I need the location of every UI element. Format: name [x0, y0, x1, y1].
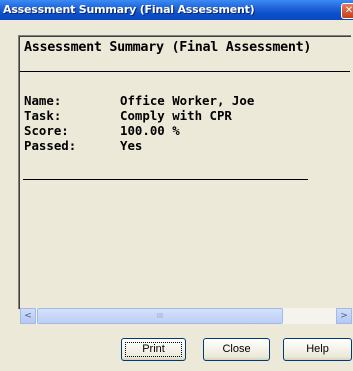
help-button[interactable]: Help: [283, 338, 352, 361]
close-icon[interactable]: ✕: [341, 3, 353, 19]
field-label: Score:: [24, 123, 69, 138]
divider-top: [20, 71, 350, 72]
scrollbar-thumb[interactable]: III: [37, 308, 283, 324]
print-button[interactable]: Print: [121, 338, 186, 361]
field-label: Passed:: [24, 138, 77, 153]
report-panel: [18, 35, 351, 309]
field-label: Task:: [24, 108, 62, 123]
field-value: Office Worker, Joe: [120, 93, 255, 108]
chevron-left-icon[interactable]: <: [20, 308, 36, 324]
chevron-right-icon[interactable]: >: [336, 308, 352, 324]
field-value: Yes: [120, 138, 143, 153]
focus-rect: [125, 342, 182, 357]
field-value: Comply with CPR: [120, 108, 232, 123]
title-bar[interactable]: Assessment Summary (Final Assessment) ✕: [0, 0, 353, 20]
horizontal-scrollbar[interactable]: < III >: [20, 308, 352, 324]
field-label: Name:: [24, 93, 62, 108]
close-button-label: Close: [222, 343, 251, 355]
help-button-label: Help: [306, 343, 329, 355]
close-button[interactable]: Close: [203, 338, 270, 361]
window-title: Assessment Summary (Final Assessment): [3, 3, 255, 16]
report-heading: Assessment Summary (Final Assessment): [24, 40, 312, 55]
assessment-summary-window: Assessment Summary (Final Assessment) ✕ …: [0, 0, 353, 371]
divider-bottom: [23, 179, 308, 180]
field-value: 100.00 %: [120, 123, 180, 138]
